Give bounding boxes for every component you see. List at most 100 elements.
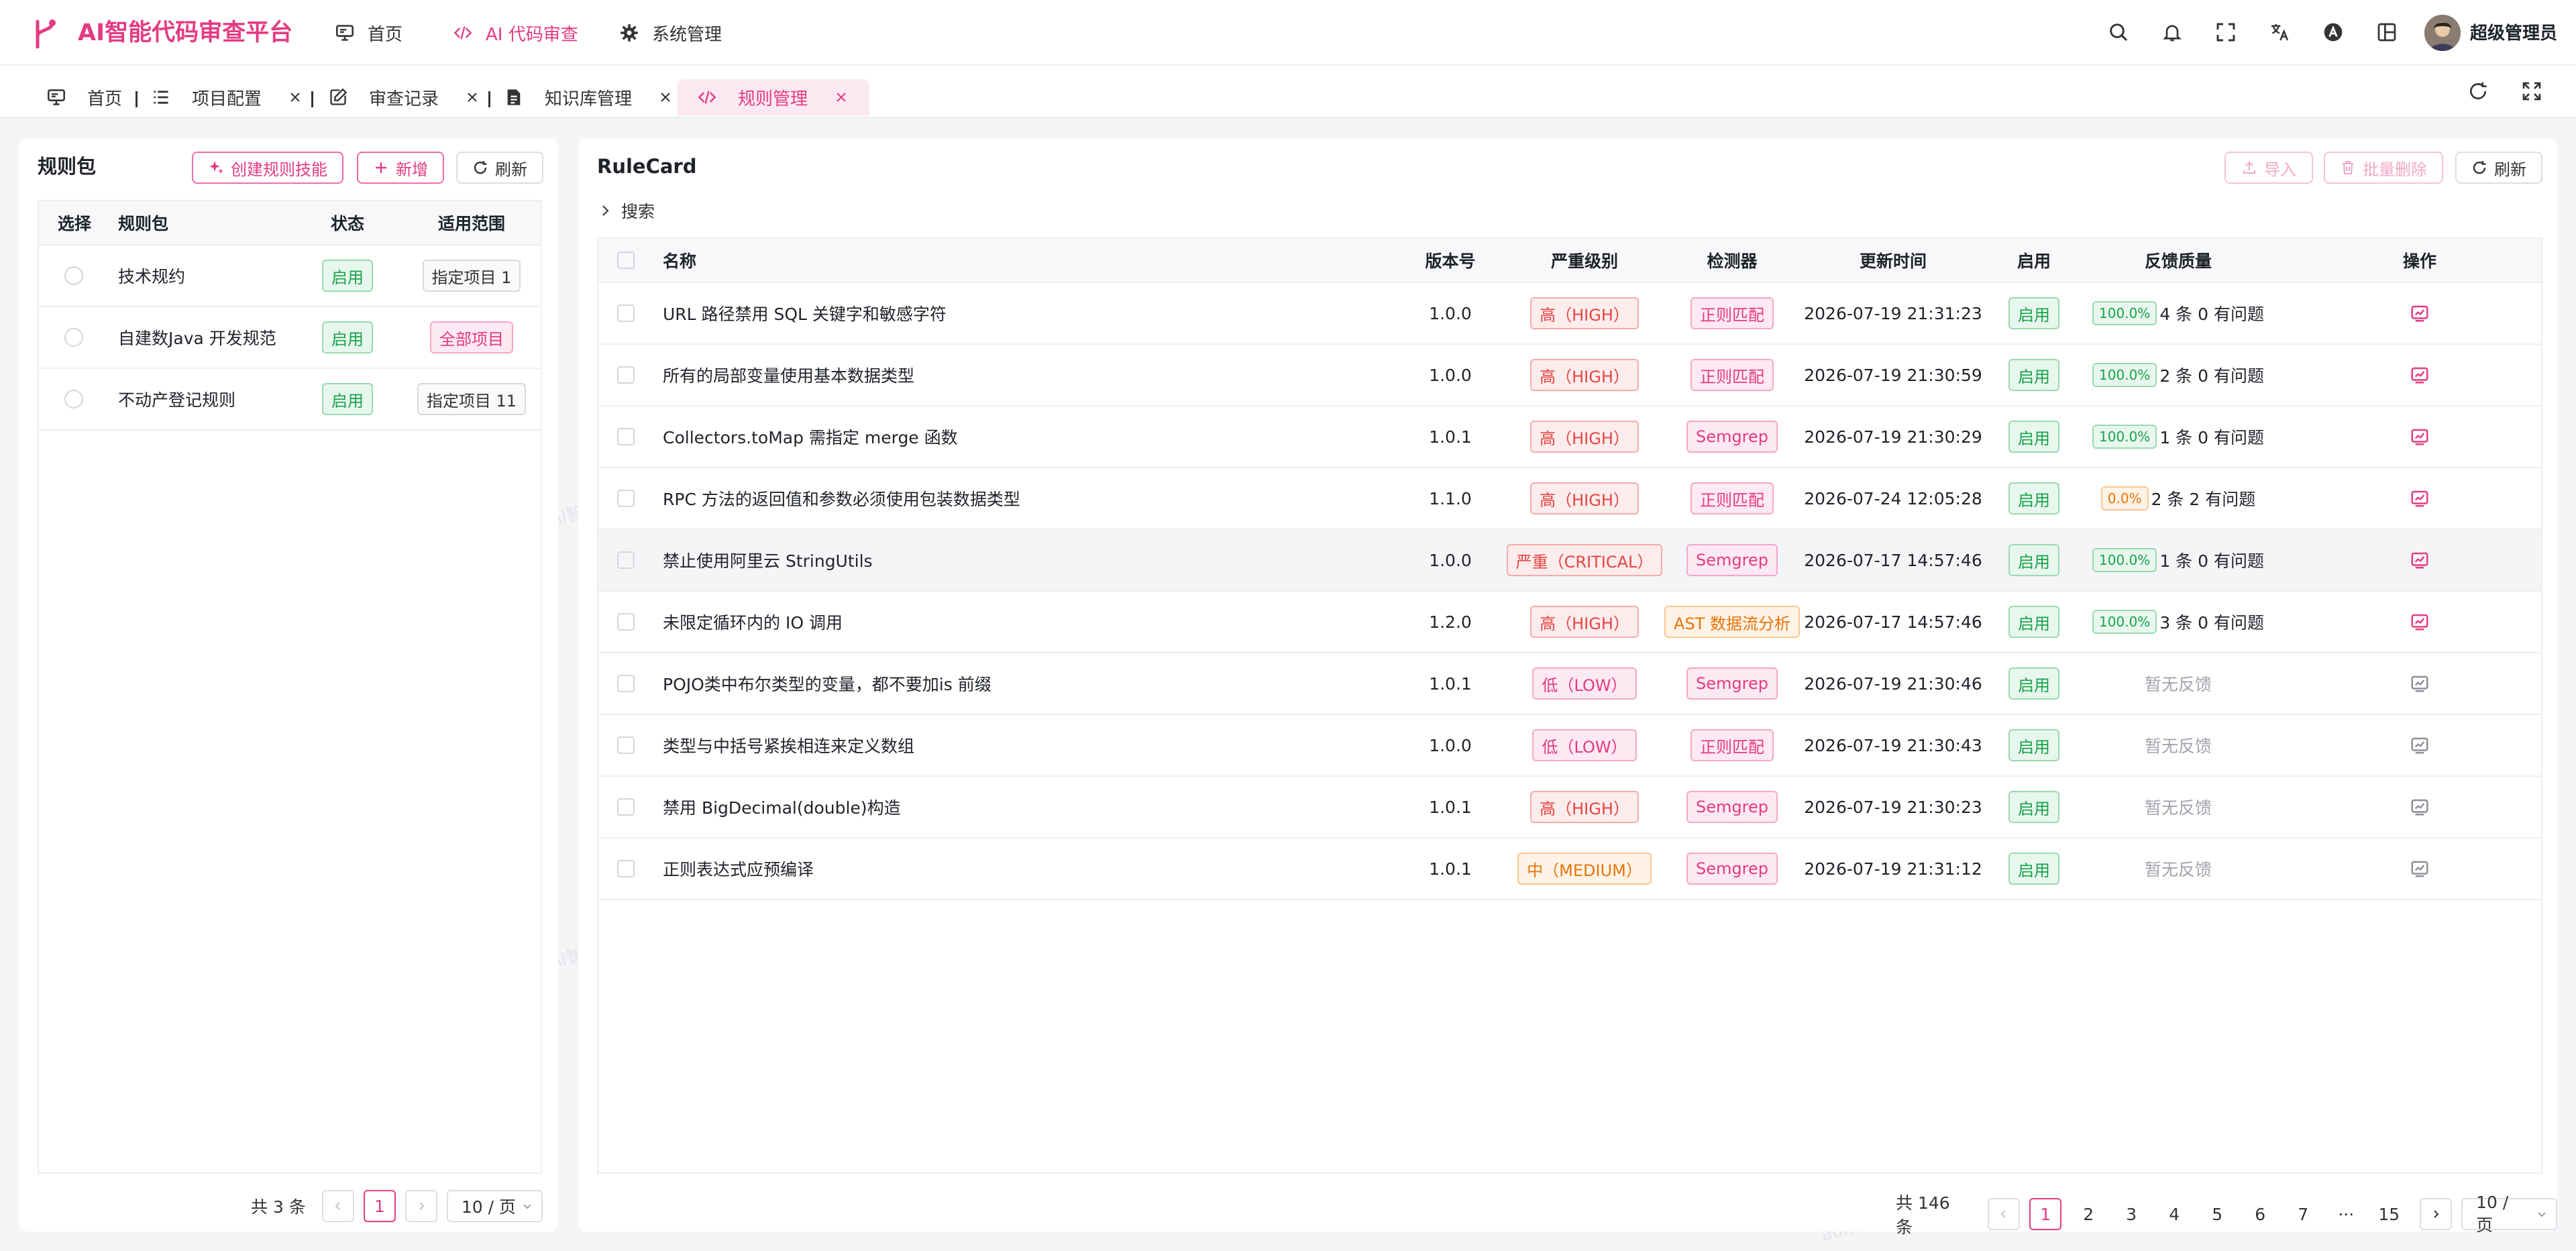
page-button[interactable]: 1 (2029, 1198, 2062, 1230)
table-row[interactable]: 正则表达式应预编译 1.0.1 中（MEDIUM） Semgrep 2026-07-19… (598, 838, 2541, 900)
maximize-icon[interactable] (2521, 80, 2542, 102)
rule-name[interactable]: 所有的局部变量使用基本数据类型 (663, 345, 914, 405)
quality-cell: 100.0% 1 条 0 有问题 (2092, 406, 2264, 467)
row-checkbox[interactable] (617, 592, 635, 652)
page-button[interactable]: 15 (2367, 1198, 2410, 1230)
updated-time: 2026-07-24 12:05:28 (1804, 488, 1982, 508)
reload-icon[interactable] (2467, 80, 2489, 102)
row-checkbox[interactable] (617, 715, 635, 775)
nav-home[interactable]: 首页 (335, 17, 402, 48)
select-radio[interactable] (64, 307, 83, 368)
row-checkbox[interactable] (617, 838, 635, 899)
tab-review-records[interactable]: 审查记录 (329, 79, 479, 115)
quality-badge: 100.0% (2092, 301, 2157, 325)
feedback-chart-icon[interactable] (2410, 797, 2430, 817)
table-row[interactable]: 未限定循环内的 IO 调用 1.2.0 高（HIGH） AST 数据流分析 2026-0… (598, 592, 2541, 653)
layout-icon[interactable] (2376, 21, 2398, 43)
feedback-chart-icon[interactable] (2410, 303, 2430, 323)
table-row[interactable]: 自建数Java 开发规范 启用 全部项目 (39, 307, 541, 369)
table-row[interactable]: 禁用 BigDecimal(double)构造 1.0.1 高（HIGH） Semgr… (598, 777, 2541, 838)
tab-knowledge-base[interactable]: 知识库管理 (504, 79, 672, 115)
edit-icon (330, 88, 347, 105)
row-checkbox[interactable] (617, 468, 635, 529)
table-row[interactable]: 所有的局部变量使用基本数据类型 1.0.0 高（HIGH） 正则匹配 2026-07-1… (598, 345, 2541, 406)
close-icon[interactable] (659, 91, 672, 104)
rule-name[interactable]: RPC 方法的返回值和参数必须使用包装数据类型 (663, 468, 1020, 529)
search-toggle[interactable]: 搜索 (598, 199, 655, 223)
package-name: 不动产登记规则 (118, 390, 236, 410)
fullscreen-icon[interactable] (2215, 21, 2237, 43)
page-size-select[interactable]: 10 / 页 (2461, 1193, 2557, 1235)
next-page-button[interactable] (2420, 1198, 2453, 1230)
bell-icon[interactable] (2161, 21, 2183, 43)
close-icon[interactable] (288, 91, 302, 104)
tab-home[interactable]: 首页 (47, 79, 122, 115)
row-checkbox[interactable] (617, 653, 635, 714)
row-checkbox[interactable] (617, 777, 635, 837)
feedback-chart-icon[interactable] (2410, 550, 2430, 570)
prev-page-button[interactable] (1988, 1198, 2021, 1230)
create-skill-button[interactable]: 创建规则技能 (192, 152, 343, 184)
select-radio[interactable] (64, 369, 83, 429)
next-page-button[interactable] (405, 1190, 437, 1222)
rule-name[interactable]: 类型与中括号紧挨相连来定义数组 (663, 715, 914, 775)
tab-rule-management[interactable]: 规则管理 (678, 79, 870, 115)
nav-ai-review[interactable]: AI 代码审查 (453, 17, 578, 48)
rule-name[interactable]: POJO类中布尔类型的变量，都不要加is 前缀 (663, 653, 991, 714)
quality-cell: 100.0% 1 条 0 有问题 (2092, 530, 2264, 590)
page-button[interactable]: 6 (2239, 1198, 2282, 1230)
table-row[interactable]: 不动产登记规则 启用 指定项目 11 (39, 369, 541, 431)
feedback-chart-icon[interactable] (2410, 427, 2430, 447)
prev-page-button[interactable] (321, 1190, 354, 1222)
page-button[interactable]: 7 (2282, 1198, 2324, 1230)
rule-name[interactable]: 禁止使用阿里云 StringUtils (663, 530, 873, 590)
select-radio[interactable] (64, 246, 83, 306)
table-row[interactable]: 禁止使用阿里云 StringUtils 1.0.0 严重（CRITICAL） Semg… (598, 530, 2541, 592)
batch-delete-button[interactable]: 批量删除 (2324, 152, 2443, 184)
page-button[interactable]: 2 (2067, 1198, 2110, 1230)
search-icon[interactable] (2108, 21, 2129, 43)
page-size-select[interactable]: 10 / 页 (446, 1190, 543, 1222)
feedback-chart-icon[interactable] (2410, 735, 2430, 755)
page-button[interactable]: 1 (363, 1190, 396, 1222)
feedback-chart-icon[interactable] (2410, 365, 2430, 385)
row-checkbox[interactable] (617, 283, 635, 343)
rule-name[interactable]: URL 路径禁用 SQL 关键字和敏感字符 (663, 283, 947, 343)
row-checkbox[interactable] (617, 345, 635, 405)
avatar[interactable] (2424, 15, 2461, 51)
refresh-button[interactable]: 刷新 (456, 152, 543, 184)
table-row[interactable]: URL 路径禁用 SQL 关键字和敏感字符 1.0.0 高（HIGH） 正则匹配 202… (598, 283, 2541, 345)
feedback-chart-icon[interactable] (2410, 859, 2430, 879)
table-row[interactable]: 类型与中括号紧挨相连来定义数组 1.0.0 低（LOW） 正则匹配 2026-07-19… (598, 715, 2541, 777)
feedback-chart-icon[interactable] (2410, 488, 2430, 508)
rule-name[interactable]: 未限定循环内的 IO 调用 (663, 592, 843, 652)
row-checkbox[interactable] (617, 406, 635, 467)
rule-name[interactable]: Collectors.toMap 需指定 merge 函数 (663, 406, 958, 467)
rule-name[interactable]: 禁用 BigDecimal(double)构造 (663, 777, 901, 837)
tab-project-config[interactable]: 项目配置 (152, 79, 302, 115)
user-name[interactable]: 超级管理员 (2470, 20, 2557, 47)
scope-cell: 指定项目 1 (415, 246, 529, 306)
row-checkbox[interactable] (617, 530, 635, 590)
nav-system[interactable]: 系统管理 (620, 17, 722, 48)
brand-title: AI智能代码审查平台 (78, 19, 293, 46)
add-button[interactable]: 新增 (357, 152, 444, 184)
table-row[interactable]: Collectors.toMap 需指定 merge 函数 1.0.1 高（HIGH… (598, 406, 2541, 468)
translate-icon[interactable] (2269, 21, 2290, 43)
refresh-button[interactable]: 刷新 (2455, 152, 2542, 184)
theme-icon[interactable] (2322, 21, 2344, 43)
page-button[interactable]: 5 (2196, 1198, 2239, 1230)
table-row[interactable]: RPC 方法的返回值和参数必须使用包装数据类型 1.1.0 高（HIGH） 正则匹配 2… (598, 468, 2541, 530)
import-button[interactable]: 导入 (2224, 152, 2313, 184)
close-icon[interactable] (835, 91, 848, 104)
feedback-chart-icon[interactable] (2410, 612, 2430, 632)
feedback-chart-icon[interactable] (2410, 673, 2430, 694)
page-button[interactable]: 3 (2110, 1198, 2153, 1230)
rule-name[interactable]: 正则表达式应预编译 (663, 838, 814, 899)
severity-badge: 高（HIGH） (1530, 791, 1639, 823)
page-button[interactable]: 4 (2153, 1198, 2196, 1230)
close-icon[interactable] (466, 91, 479, 104)
table-row[interactable]: POJO类中布尔类型的变量，都不要加is 前缀 1.0.1 低（LOW） Semgre… (598, 653, 2541, 715)
table-row[interactable]: 技术规约 启用 指定项目 1 (39, 246, 541, 307)
select-all-checkbox[interactable] (617, 239, 635, 282)
